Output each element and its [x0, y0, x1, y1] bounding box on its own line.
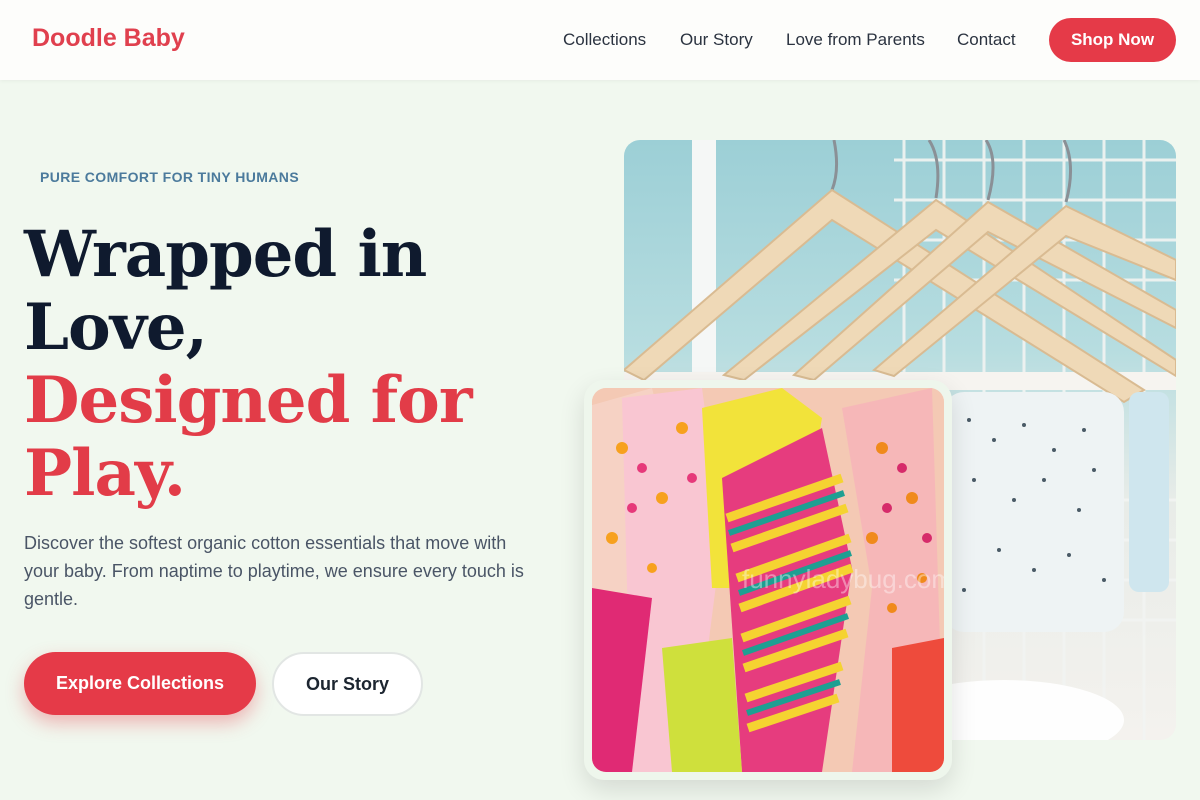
- navbar: Doodle Baby Collections Our Story Love f…: [0, 0, 1200, 80]
- baby-clothes-photo: funnyladybug.com: [592, 388, 944, 772]
- headline-line-4: Play.: [24, 436, 186, 511]
- hero-headline: Wrapped in Love, Designed for Play.: [24, 217, 473, 511]
- headline-line-2: Love,: [24, 290, 208, 365]
- explore-collections-button[interactable]: Explore Collections: [24, 652, 256, 715]
- baby-clothes-photo-card: funnyladybug.com: [584, 380, 952, 780]
- nav-link-collections[interactable]: Collections: [563, 30, 646, 50]
- colorful-clothes-illustration: funnyladybug.com: [592, 388, 944, 772]
- shop-now-button[interactable]: Shop Now: [1049, 18, 1176, 62]
- nav-link-love-from-parents[interactable]: Love from Parents: [786, 30, 925, 50]
- hero-description: Discover the softest organic cotton esse…: [24, 533, 524, 609]
- our-story-button[interactable]: Our Story: [272, 652, 423, 716]
- hero-eyebrow: PURE COMFORT FOR TINY HUMANS: [40, 169, 300, 185]
- headline-line-3: Designed for: [24, 363, 473, 438]
- photo-watermark: funnyladybug.com: [742, 564, 944, 594]
- nav-link-contact[interactable]: Contact: [957, 30, 1016, 50]
- headline-line-1: Wrapped in: [24, 217, 427, 292]
- brand-logo[interactable]: Doodle Baby: [32, 24, 185, 53]
- nav-link-our-story[interactable]: Our Story: [680, 30, 753, 50]
